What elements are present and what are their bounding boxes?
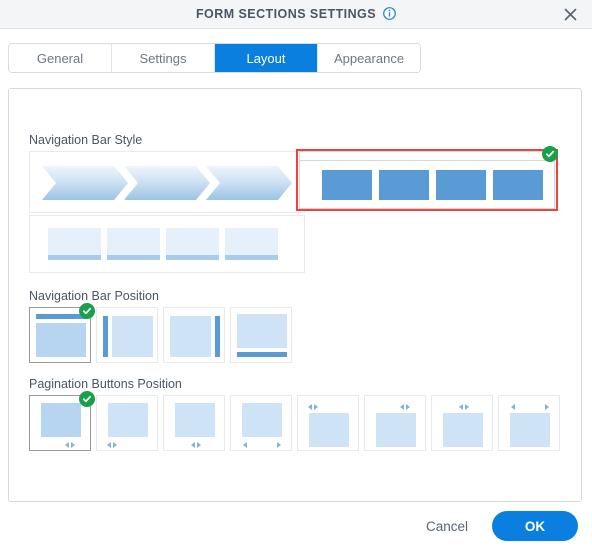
chevron-segment bbox=[206, 166, 292, 200]
nav-style-option-tabs[interactable] bbox=[29, 215, 305, 273]
preview-divider bbox=[300, 160, 554, 161]
content-area bbox=[510, 413, 550, 447]
tab-general[interactable]: General bbox=[9, 44, 112, 72]
next-arrow-icon bbox=[277, 442, 281, 448]
tab-settings[interactable]: Settings bbox=[112, 44, 215, 72]
content-area bbox=[175, 403, 215, 437]
pagination-option-top-spread[interactable] bbox=[498, 395, 560, 451]
prev-arrow-icon bbox=[243, 442, 247, 448]
ok-button[interactable]: OK bbox=[492, 511, 578, 541]
close-button[interactable] bbox=[557, 0, 583, 28]
next-arrow-icon bbox=[113, 442, 117, 448]
block-box bbox=[379, 170, 429, 200]
settings-tabbar: General Settings Layout Appearance bbox=[8, 43, 421, 73]
content-area bbox=[112, 316, 153, 357]
pagination-option-bottom-spread[interactable] bbox=[230, 395, 292, 451]
block-box bbox=[493, 170, 543, 200]
content-area bbox=[309, 413, 349, 447]
content-area bbox=[108, 403, 148, 437]
content-area bbox=[237, 314, 287, 348]
close-icon bbox=[564, 8, 577, 21]
pagination-option-top-left[interactable] bbox=[297, 395, 359, 451]
block-box bbox=[322, 170, 372, 200]
content-area bbox=[242, 403, 282, 437]
chevron-preview bbox=[42, 166, 294, 200]
nav-style-option-chevron[interactable] bbox=[29, 151, 305, 213]
nav-bar-indicator bbox=[103, 316, 108, 357]
prev-arrow-icon bbox=[65, 442, 69, 448]
chevron-segment bbox=[124, 166, 210, 200]
next-arrow-icon bbox=[71, 442, 75, 448]
content-area bbox=[36, 323, 86, 357]
pagination-option-bottom-center[interactable] bbox=[163, 395, 225, 451]
info-icon[interactable] bbox=[383, 7, 396, 20]
prev-arrow-icon bbox=[400, 404, 404, 410]
nav-position-selected-badge bbox=[79, 303, 95, 319]
prev-arrow-icon bbox=[459, 404, 463, 410]
tab-box bbox=[48, 228, 101, 260]
next-arrow-icon bbox=[197, 442, 201, 448]
layout-settings-panel: Navigation Bar Style Navigation Bar Posi… bbox=[8, 88, 582, 502]
tab-appearance[interactable]: Appearance bbox=[318, 44, 420, 72]
nav-bar-style-label: Navigation Bar Style bbox=[29, 133, 143, 147]
prev-arrow-icon bbox=[308, 404, 312, 410]
next-arrow-icon bbox=[465, 404, 469, 410]
tab-box bbox=[107, 228, 160, 260]
nav-position-option-bottom[interactable] bbox=[230, 307, 292, 363]
dialog-title-text: FORM SECTIONS SETTINGS bbox=[195, 7, 377, 21]
prev-arrow-icon bbox=[191, 442, 195, 448]
prev-arrow-icon bbox=[107, 442, 111, 448]
cancel-button[interactable]: Cancel bbox=[412, 513, 482, 540]
pagination-option-top-center[interactable] bbox=[364, 395, 426, 451]
content-area bbox=[376, 413, 416, 447]
nav-bar-indicator bbox=[237, 352, 287, 357]
pagination-option-bottom-left-2[interactable] bbox=[96, 395, 158, 451]
prev-arrow-icon bbox=[511, 404, 515, 410]
nav-bar-position-label: Navigation Bar Position bbox=[29, 289, 159, 303]
dialog-footer: Cancel OK bbox=[0, 502, 592, 550]
tab-box bbox=[166, 228, 219, 260]
block-box bbox=[436, 170, 486, 200]
next-arrow-icon bbox=[314, 404, 318, 410]
nav-style-option-blocks[interactable] bbox=[299, 151, 555, 209]
chevron-segment bbox=[42, 166, 128, 200]
pagination-option-top-center-2[interactable] bbox=[431, 395, 493, 451]
content-area bbox=[443, 413, 483, 447]
pagination-selected-badge bbox=[79, 391, 95, 407]
content-area bbox=[41, 403, 81, 437]
nav-bar-indicator bbox=[36, 314, 86, 319]
pagination-position-label: Pagination Buttons Position bbox=[29, 377, 182, 391]
content-area bbox=[170, 316, 211, 357]
nav-position-option-right[interactable] bbox=[163, 307, 225, 363]
tab-box bbox=[225, 228, 278, 260]
nav-style-selected-badge bbox=[542, 146, 558, 162]
next-arrow-icon bbox=[406, 404, 410, 410]
nav-bar-indicator bbox=[215, 316, 220, 357]
page-title: FORM SECTIONS SETTINGS bbox=[196, 5, 396, 23]
next-arrow-icon bbox=[545, 404, 549, 410]
dialog-titlebar: FORM SECTIONS SETTINGS bbox=[0, 0, 592, 29]
tab-layout[interactable]: Layout bbox=[215, 44, 318, 72]
nav-position-option-left[interactable] bbox=[96, 307, 158, 363]
